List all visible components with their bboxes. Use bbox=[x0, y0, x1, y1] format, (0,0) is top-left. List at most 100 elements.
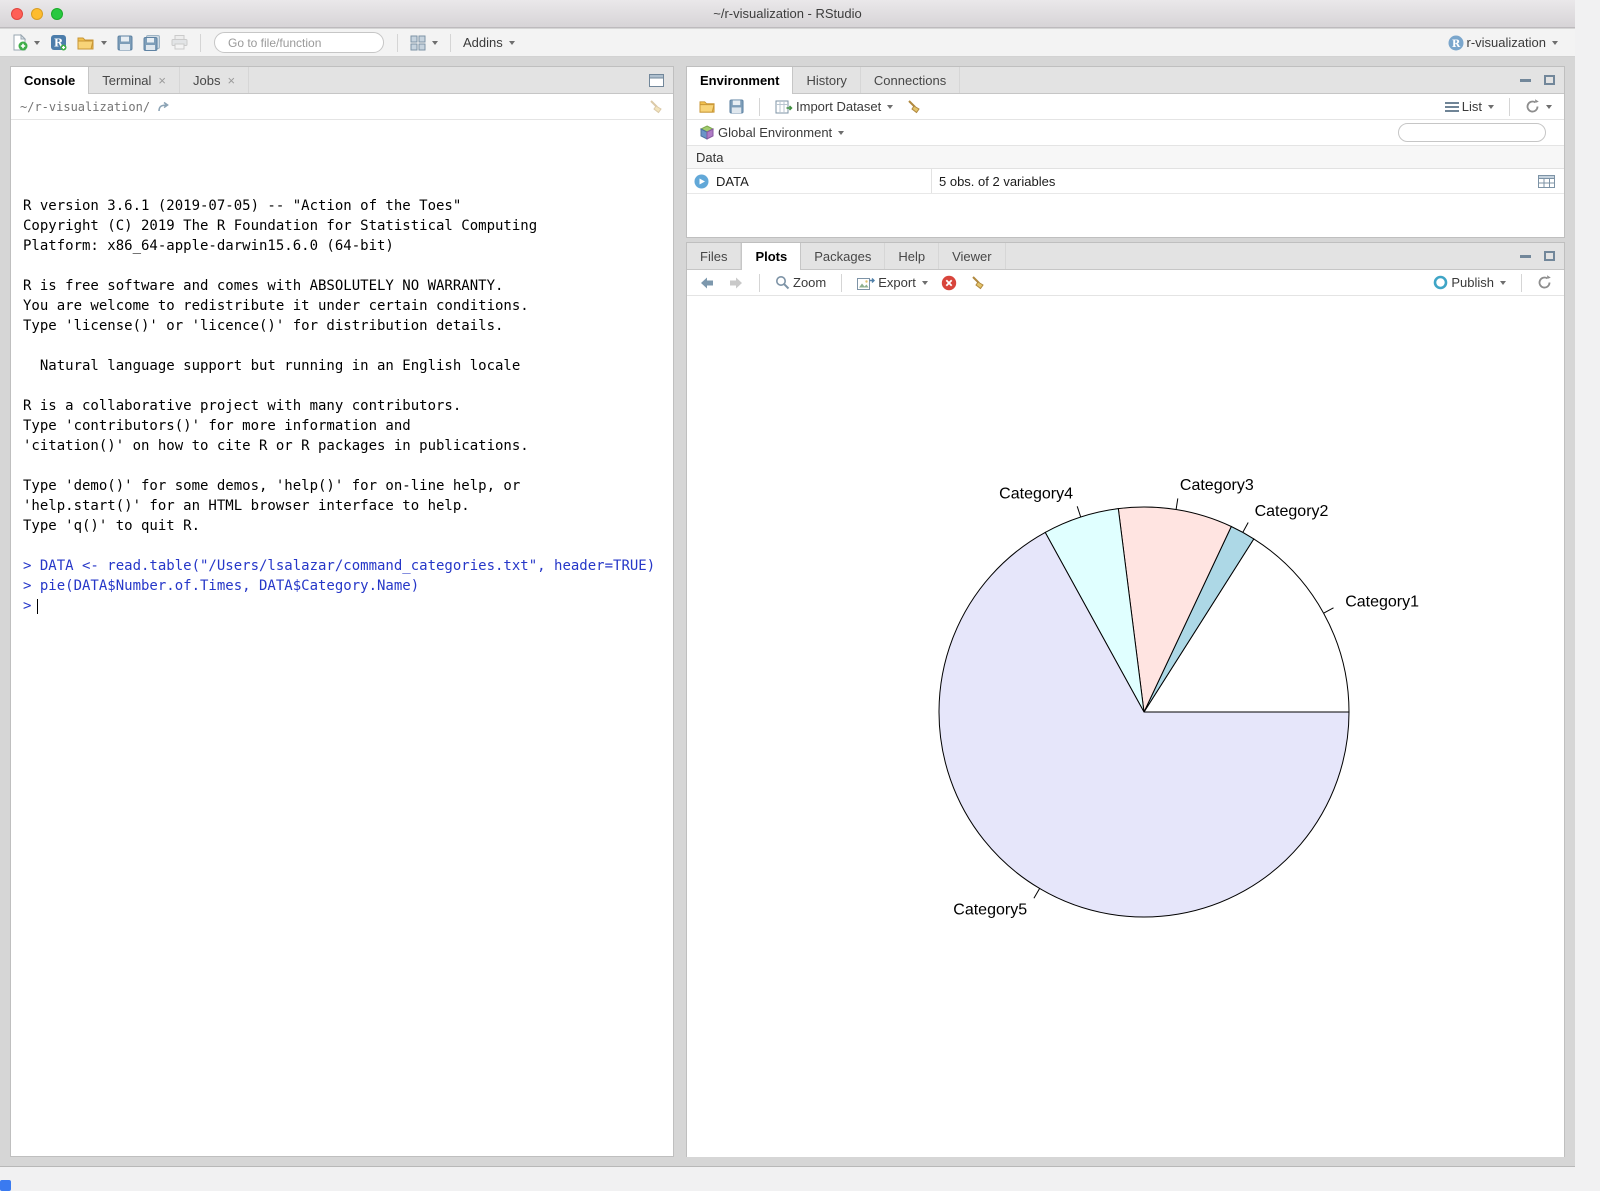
previous-plot-button[interactable] bbox=[696, 274, 718, 292]
maximize-pane-icon[interactable] bbox=[1544, 251, 1555, 261]
console-output-line: R is free software and comes with ABSOLU… bbox=[23, 276, 669, 296]
broom-icon bbox=[906, 99, 922, 115]
zoom-label: Zoom bbox=[793, 275, 826, 290]
maximize-pane-icon[interactable] bbox=[649, 74, 664, 87]
expand-object-icon[interactable] bbox=[694, 174, 709, 189]
zoom-plot-button[interactable]: Zoom bbox=[772, 273, 829, 292]
refresh-icon bbox=[1537, 275, 1552, 290]
save-button[interactable] bbox=[114, 33, 136, 53]
toolbar-separator bbox=[200, 34, 201, 52]
tab-history[interactable]: History bbox=[793, 67, 860, 93]
chevron-down-icon bbox=[509, 41, 515, 45]
remove-plot-icon bbox=[941, 275, 957, 291]
chevron-down-icon bbox=[887, 105, 893, 109]
new-file-icon bbox=[11, 34, 28, 51]
clear-environment-button[interactable] bbox=[903, 97, 925, 117]
environment-pane-controls bbox=[1520, 67, 1555, 93]
console-output-line bbox=[23, 536, 669, 556]
main-toolbar: R bbox=[0, 29, 1575, 57]
toolbar-separator bbox=[1509, 98, 1510, 116]
tab-viewer[interactable]: Viewer bbox=[939, 243, 1006, 269]
plots-pane-controls bbox=[1520, 243, 1555, 269]
import-dataset-icon bbox=[775, 100, 793, 114]
addins-button[interactable]: Addins bbox=[460, 33, 518, 52]
print-button[interactable] bbox=[168, 33, 191, 52]
open-file-button[interactable] bbox=[74, 33, 110, 53]
minimize-pane-icon[interactable] bbox=[1520, 79, 1531, 82]
refresh-icon bbox=[1525, 99, 1540, 114]
tab-connections[interactable]: Connections bbox=[861, 67, 960, 93]
console-output-line: Natural language support but running in … bbox=[23, 356, 669, 376]
new-project-icon: R bbox=[50, 34, 67, 51]
new-file-button[interactable] bbox=[8, 32, 43, 53]
close-icon[interactable]: × bbox=[227, 73, 235, 88]
console-output-line bbox=[23, 336, 669, 356]
pane-layout-button[interactable] bbox=[407, 33, 441, 53]
console-output-line: Platform: x86_64-apple-darwin15.6.0 (64-… bbox=[23, 236, 669, 256]
environment-section-data: Data bbox=[687, 146, 1564, 169]
addins-label: Addins bbox=[463, 35, 503, 50]
import-dataset-button[interactable]: Import Dataset bbox=[772, 97, 896, 116]
toolbar-separator bbox=[841, 274, 842, 292]
clear-all-plots-button[interactable] bbox=[967, 273, 989, 293]
goto-file-box[interactable] bbox=[214, 32, 384, 53]
project-menu-button[interactable]: R r-visualization bbox=[1445, 33, 1561, 53]
publish-plot-button[interactable]: Publish bbox=[1430, 273, 1509, 292]
tab-environment[interactable]: Environment bbox=[687, 67, 793, 94]
console-output-line bbox=[23, 456, 669, 476]
tab-label: Terminal bbox=[102, 73, 151, 88]
console-output[interactable]: R version 3.6.1 (2019-07-05) -- "Action … bbox=[11, 120, 673, 1158]
window-title: ~/r-visualization - RStudio bbox=[0, 0, 1575, 28]
tab-console[interactable]: Console bbox=[11, 67, 89, 94]
tab-label: Environment bbox=[700, 73, 779, 88]
tab-plots[interactable]: Plots bbox=[741, 243, 801, 270]
environment-search-box[interactable] bbox=[1398, 123, 1546, 142]
maximize-pane-icon[interactable] bbox=[1544, 75, 1555, 85]
tab-help[interactable]: Help bbox=[885, 243, 939, 269]
refresh-environment-button[interactable] bbox=[1522, 97, 1555, 116]
tab-jobs[interactable]: Jobs × bbox=[180, 67, 249, 93]
pie-label-category5: Category5 bbox=[953, 902, 1027, 919]
refresh-plot-button[interactable] bbox=[1534, 273, 1555, 292]
next-plot-button[interactable] bbox=[725, 274, 747, 292]
list-view-button[interactable]: List bbox=[1442, 97, 1497, 116]
open-folder-icon bbox=[699, 99, 716, 114]
project-icon: R bbox=[1448, 35, 1464, 51]
environment-scope-button[interactable]: Global Environment bbox=[696, 123, 847, 143]
import-dataset-label: Import Dataset bbox=[796, 99, 881, 114]
pie-label-tick bbox=[1324, 608, 1334, 613]
tab-label: Jobs bbox=[193, 73, 220, 88]
environment-object-row[interactable]: DATA 5 obs. of 2 variables bbox=[687, 169, 1564, 194]
plot-area: Category1Category2Category3Category4Cate… bbox=[687, 296, 1564, 1157]
dock-item[interactable] bbox=[0, 1180, 11, 1191]
new-project-button[interactable]: R bbox=[47, 32, 70, 53]
export-plot-button[interactable]: Export bbox=[854, 273, 931, 292]
object-name-cell: DATA bbox=[687, 169, 931, 193]
goto-file-input[interactable] bbox=[228, 36, 383, 50]
load-workspace-button[interactable] bbox=[696, 97, 719, 116]
console-output-line: Type 'license()' or 'licence()' for dist… bbox=[23, 316, 669, 336]
clear-console-icon[interactable] bbox=[648, 99, 664, 115]
console-prompt-line[interactable]: > bbox=[23, 596, 669, 616]
tab-packages[interactable]: Packages bbox=[801, 243, 885, 269]
text-cursor bbox=[37, 599, 38, 614]
environment-tabbar: Environment History Connections bbox=[687, 67, 1564, 94]
save-all-button[interactable] bbox=[140, 33, 164, 53]
open-folder-icon bbox=[77, 35, 95, 51]
goto-directory-icon[interactable] bbox=[157, 101, 171, 113]
save-icon bbox=[117, 35, 133, 51]
minimize-pane-icon[interactable] bbox=[1520, 255, 1531, 258]
save-workspace-button[interactable] bbox=[726, 97, 747, 116]
environment-search-input[interactable] bbox=[1411, 126, 1566, 140]
tab-label: History bbox=[806, 73, 846, 88]
remove-plot-button[interactable] bbox=[938, 273, 960, 293]
view-table-icon[interactable] bbox=[1538, 175, 1555, 188]
tab-label: Console bbox=[24, 73, 75, 88]
close-icon[interactable]: × bbox=[158, 73, 166, 88]
tab-files[interactable]: Files bbox=[687, 243, 741, 269]
pie-label-tick bbox=[1034, 889, 1040, 899]
publish-icon bbox=[1433, 275, 1448, 290]
section-label: Data bbox=[696, 150, 723, 165]
export-label: Export bbox=[878, 275, 916, 290]
tab-terminal[interactable]: Terminal × bbox=[89, 67, 180, 93]
